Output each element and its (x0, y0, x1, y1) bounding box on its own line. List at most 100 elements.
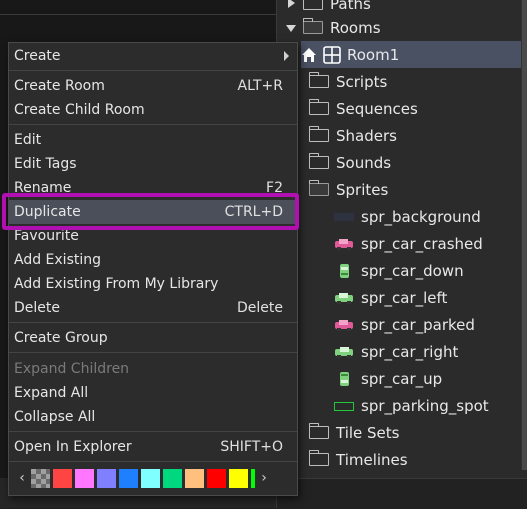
swatch-color[interactable] (163, 468, 182, 488)
tree-item-spr-car-left[interactable]: spr_car_left (333, 284, 527, 311)
menu-item-label: Edit (14, 132, 42, 148)
menu-item-edit[interactable]: Edit (9, 128, 297, 152)
folder-icon (309, 99, 329, 115)
tree-item-label: spr_parking_spot (361, 396, 489, 415)
tree-item-shaders[interactable]: Shaders (309, 122, 527, 149)
menu-item-label: Add Existing From My Library (14, 276, 219, 292)
swatch-color[interactable] (97, 468, 116, 488)
sprite-thumbnail-icon (335, 346, 353, 358)
tree-item-label: Rooms (330, 18, 381, 37)
menu-item-create-group[interactable]: Create Group (9, 326, 297, 350)
tree-item-label: spr_car_crashed (361, 234, 483, 253)
folder-open-icon (303, 18, 323, 34)
menu-item-label: Add Existing (14, 252, 102, 268)
swatch-color[interactable] (53, 468, 72, 488)
swatch-color[interactable] (207, 468, 226, 488)
menu-item-add-existing[interactable]: Add Existing (9, 248, 297, 272)
chevron-left-icon[interactable]: ‹ (13, 468, 31, 488)
home-room-icon (302, 47, 316, 62)
tree-item-spr-parking-spot[interactable]: spr_parking_spot (333, 392, 527, 419)
tree-item-rooms[interactable]: Rooms (285, 14, 527, 41)
tree-item-label: Sequences (336, 99, 418, 118)
menu-item-collapse-all[interactable]: Collapse All (9, 405, 297, 429)
sprite-thumbnail-icon (340, 371, 349, 386)
folder-icon (309, 423, 329, 439)
editor-divider (0, 14, 276, 15)
swatch-color[interactable] (75, 468, 94, 488)
tree-item-spr-car-right[interactable]: spr_car_right (333, 338, 527, 365)
menu-separator (9, 431, 297, 432)
swatch-color[interactable] (119, 468, 138, 488)
swatch-default[interactable] (31, 468, 50, 488)
menu-item-label: Expand All (14, 385, 89, 401)
tree-item-spr-background[interactable]: spr_background (333, 203, 527, 230)
tree-item-tile-sets[interactable]: Tile Sets (309, 419, 527, 446)
chevron-right-icon[interactable] (285, 0, 297, 10)
tree-item-spr-car-up[interactable]: spr_car_up (333, 365, 527, 392)
menu-item-label: Open In Explorer (14, 439, 132, 455)
tree-item-scripts[interactable]: Scripts (309, 68, 527, 95)
color-swatch-row: ‹ › (13, 465, 293, 491)
tree-item-label: Room1 (347, 45, 400, 64)
folder-icon (309, 153, 329, 169)
tree-item-label: Tile Sets (336, 423, 400, 442)
menu-separator (9, 322, 297, 323)
menu-item-label: Create (14, 48, 61, 64)
room-icon (323, 45, 341, 64)
sprite-thumbnail-icon (335, 238, 353, 250)
menu-item-edit-tags[interactable]: Edit Tags (9, 152, 297, 176)
menu-item-create-child-room[interactable]: Create Child Room (9, 98, 297, 122)
menu-item-label: Favourite (14, 228, 79, 244)
menu-separator (9, 352, 297, 353)
tree-item-spr-car-parked[interactable]: spr_car_parked (333, 311, 527, 338)
menu-separator (9, 70, 297, 71)
menu-item-create-room[interactable]: Create Room ALT+R (9, 74, 297, 98)
folder-icon (309, 126, 329, 142)
sprite-thumbnail-icon (340, 263, 349, 278)
menu-item-shortcut: Delete (237, 300, 283, 316)
folder-icon (309, 72, 329, 88)
scrollbar-thumb[interactable] (522, 0, 527, 470)
asset-browser: Paths Rooms Room1 Scripts Sequences Shad… (276, 0, 527, 509)
swatch-color[interactable] (185, 468, 204, 488)
sprite-thumbnail-icon (334, 401, 354, 411)
menu-item-label: Collapse All (14, 409, 96, 425)
sprite-thumbnail-icon (335, 292, 353, 304)
menu-item-expand-all[interactable]: Expand All (9, 381, 297, 405)
tree-item-spr-car-down[interactable]: spr_car_down (333, 257, 527, 284)
tree-item-label: spr_car_parked (361, 315, 475, 334)
tree-item-room1[interactable]: Room1 (301, 41, 521, 68)
menu-item-open-in-explorer[interactable]: Open In Explorer SHIFT+O (9, 435, 297, 459)
chevron-down-icon[interactable] (285, 22, 297, 34)
tree-item-label: Paths (330, 0, 371, 13)
context-menu: Create Create Room ALT+R Create Child Ro… (8, 42, 298, 496)
menu-item-add-existing-from-library[interactable]: Add Existing From My Library (9, 272, 297, 296)
tree-item-sprites[interactable]: Sprites (309, 176, 527, 203)
tree-item-label: spr_car_left (361, 288, 448, 307)
menu-item-delete[interactable]: Delete Delete (9, 296, 297, 320)
tree-item-label: spr_background (361, 207, 481, 226)
menu-item-label: Delete (14, 300, 60, 316)
tree-item-spr-car-crashed[interactable]: spr_car_crashed (333, 230, 527, 257)
chevron-right-icon (284, 51, 289, 61)
menu-item-create[interactable]: Create (9, 44, 297, 68)
menu-separator (9, 124, 297, 125)
tree-item-sounds[interactable]: Sounds (309, 149, 527, 176)
menu-item-shortcut: SHIFT+O (220, 439, 283, 455)
tree-item-label: Sounds (336, 153, 392, 172)
swatch-color[interactable] (141, 468, 160, 488)
tree-item-sequences[interactable]: Sequences (309, 95, 527, 122)
folder-icon (303, 0, 323, 10)
tree-item-label: spr_car_up (361, 369, 443, 388)
menu-item-label: Expand Children (14, 361, 130, 377)
tree-scrollbar[interactable] (521, 0, 527, 470)
menu-item-expand-children: Expand Children (9, 357, 297, 381)
tree-item-label: spr_car_right (361, 342, 459, 361)
swatch-color[interactable] (229, 468, 248, 488)
folder-open-icon (309, 180, 329, 196)
menu-separator (9, 461, 297, 462)
tree-item-label: Scripts (336, 72, 388, 91)
menu-item-label: Create Child Room (14, 102, 145, 118)
tree-item-timelines[interactable]: Timelines (309, 446, 527, 473)
chevron-right-icon[interactable]: › (255, 468, 273, 488)
